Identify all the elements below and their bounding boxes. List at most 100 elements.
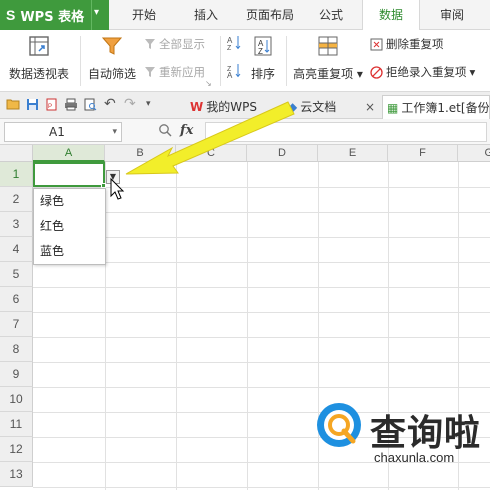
dialog-launcher-icon[interactable]: ↘ xyxy=(205,79,212,88)
row-header-7[interactable]: 7 xyxy=(0,312,33,337)
row-header-6[interactable]: 6 xyxy=(0,287,33,312)
column-header-a[interactable]: A xyxy=(33,145,105,162)
column-header-b[interactable]: B xyxy=(105,145,176,162)
formula-input[interactable] xyxy=(205,122,487,142)
chevron-down-icon[interactable]: ▾ xyxy=(112,123,117,141)
tab-data[interactable]: 数据 xyxy=(362,0,420,31)
tab-page-layout[interactable]: 页面布局 xyxy=(238,0,302,30)
row-header-8[interactable]: 8 xyxy=(0,337,33,362)
zoom-search-icon[interactable] xyxy=(158,123,172,137)
pivot-table-icon xyxy=(29,36,49,56)
filter-funnel-icon xyxy=(101,37,123,55)
pivot-table-label: 数据透视表 xyxy=(8,67,69,81)
pivot-table-button[interactable]: 数据透视表 xyxy=(6,34,72,82)
row-header-11[interactable]: 11 xyxy=(0,412,33,437)
column-header-f[interactable]: F xyxy=(388,145,458,162)
gridline xyxy=(33,337,490,338)
sort-ascending-button[interactable]: AZ xyxy=(226,34,242,50)
tab-home[interactable]: 开始 xyxy=(118,0,170,30)
dropdown-option-green[interactable]: 绿色 xyxy=(34,189,105,214)
row-header-12[interactable]: 12 xyxy=(0,437,33,462)
autofilter-button[interactable]: 自动筛选 xyxy=(84,34,140,82)
delete-duplicates-button[interactable]: 删除重复项 xyxy=(370,36,444,52)
tab-cloud-docs[interactable]: ◆ 云文档 xyxy=(284,95,348,119)
redo-icon[interactable]: ↷ xyxy=(124,96,136,112)
print-icon[interactable] xyxy=(64,98,78,114)
export-pdf-icon[interactable]: P xyxy=(45,98,58,114)
folder-open-icon[interactable] xyxy=(6,98,20,113)
tab-insert[interactable]: 插入 xyxy=(180,0,232,30)
show-all-button[interactable]: 全部显示 xyxy=(144,36,205,52)
row-header-13[interactable]: 13 xyxy=(0,462,33,487)
chevron-down-icon[interactable]: ▾ xyxy=(94,7,99,18)
ribbon-divider xyxy=(286,36,287,86)
cloud-cube-icon: ◆ xyxy=(288,100,298,114)
magnifier-logo-icon xyxy=(317,403,361,447)
row-header-3[interactable]: 3 xyxy=(0,212,33,237)
column-header-d[interactable]: D xyxy=(247,145,318,162)
svg-text:Z: Z xyxy=(258,47,263,56)
highlight-duplicates-button[interactable]: 高亮重复项 ▾ xyxy=(292,34,364,82)
chevron-down-icon[interactable]: ▾ xyxy=(470,65,476,79)
delete-duplicates-icon xyxy=(370,38,383,50)
tab-my-wps[interactable]: W 我的WPS xyxy=(186,95,278,119)
sort-button[interactable]: A Z 排序 xyxy=(246,34,280,82)
sort-za-icon: ZA xyxy=(227,64,241,78)
tab-my-wps-label: 我的WPS xyxy=(206,100,257,114)
formula-bar: A1 ▾ fx xyxy=(0,119,490,145)
select-all-corner[interactable] xyxy=(0,145,33,162)
validation-dropdown-list: 绿色 红色 蓝色 xyxy=(33,188,106,265)
tab-review[interactable]: 审阅 xyxy=(426,0,478,30)
active-cell-a1[interactable] xyxy=(33,162,105,187)
reject-duplicates-label: 拒绝录入重复项 xyxy=(386,65,467,79)
watermark: 查询啦 chaxunla.com xyxy=(312,398,487,470)
sort-icon: A Z xyxy=(254,36,272,56)
print-preview-icon[interactable] xyxy=(84,98,97,114)
undo-icon[interactable]: ↶ xyxy=(104,96,116,112)
reject-duplicates-button[interactable]: 拒绝录入重复项 ▾ xyxy=(370,64,475,80)
column-header-e[interactable]: E xyxy=(318,145,388,162)
reapply-button[interactable]: 重新应用 xyxy=(144,64,205,80)
gridline xyxy=(33,287,490,288)
row-header-9[interactable]: 9 xyxy=(0,362,33,387)
tab-separator xyxy=(164,95,168,119)
highlight-duplicates-label: 高亮重复项 ▾ xyxy=(293,67,363,81)
gridline xyxy=(33,312,490,313)
sort-descending-button[interactable]: ZA xyxy=(226,62,242,78)
svg-text:A: A xyxy=(227,36,233,45)
sort-label: 排序 xyxy=(250,67,275,81)
show-all-label: 全部显示 xyxy=(159,37,205,51)
svg-text:A: A xyxy=(227,71,233,78)
app-menu-button[interactable]: S WPS 表格 ▾ xyxy=(0,0,109,30)
column-header-c[interactable]: C xyxy=(176,145,247,162)
quick-access-more-icon[interactable]: ▾ xyxy=(146,99,151,109)
funnel-icon xyxy=(145,39,155,49)
insert-function-button[interactable]: fx xyxy=(180,123,193,138)
tab-cloud-docs-label: 云文档 xyxy=(300,100,337,114)
tab-formulas[interactable]: 公式 xyxy=(305,0,357,30)
row-header-1[interactable]: 1 xyxy=(0,162,33,187)
app-menu-divider xyxy=(91,0,92,30)
gridline xyxy=(33,487,490,488)
dropdown-option-blue[interactable]: 蓝色 xyxy=(34,239,105,264)
column-header-g[interactable]: G xyxy=(458,145,490,162)
ribbon-divider xyxy=(80,36,81,86)
save-icon[interactable] xyxy=(26,98,39,114)
app-title: WPS 表格 xyxy=(20,9,85,25)
watermark-brand-cn: 查询啦 xyxy=(370,413,482,454)
row-header-2[interactable]: 2 xyxy=(0,187,33,212)
tab-workbook[interactable]: ▦ 工作簿1.et[备份] xyxy=(382,95,490,119)
menu-bar: S WPS 表格 ▾ 开始 插入 页面布局 公式 数据 审阅 xyxy=(0,0,490,31)
validation-dropdown-button[interactable]: ▼ xyxy=(106,170,120,184)
row-header-5[interactable]: 5 xyxy=(0,262,33,287)
ribbon-divider xyxy=(220,36,221,86)
row-header-10[interactable]: 10 xyxy=(0,387,33,412)
wps-logo-icon: W xyxy=(190,100,204,114)
row-header-4[interactable]: 4 xyxy=(0,237,33,262)
close-tab-icon[interactable]: × xyxy=(365,95,375,119)
autofilter-label: 自动筛选 xyxy=(87,67,136,81)
dropdown-option-red[interactable]: 红色 xyxy=(34,214,105,239)
name-box[interactable]: A1 ▾ xyxy=(4,122,122,142)
funnel-refresh-icon xyxy=(145,67,155,77)
sort-az-icon: AZ xyxy=(227,36,241,50)
